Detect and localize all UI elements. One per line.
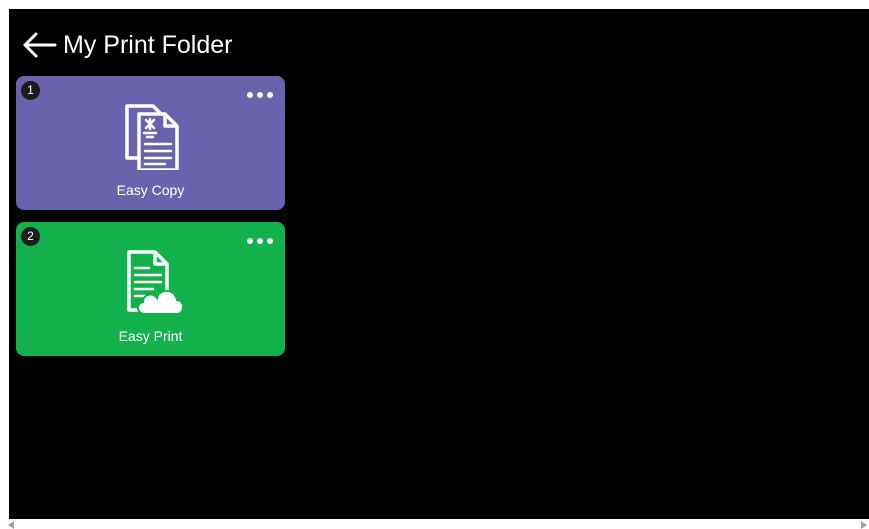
more-dot: [267, 238, 273, 244]
tile-number-badge: 2: [21, 227, 40, 246]
header: My Print Folder: [19, 27, 232, 63]
copy-document-icon: [124, 104, 179, 170]
more-dot: [267, 92, 273, 98]
tile-label: Easy Print: [118, 328, 183, 344]
arrow-left-icon: [23, 32, 57, 58]
tile-number-badge: 1: [21, 81, 40, 100]
back-button[interactable]: [19, 29, 59, 61]
tile-easy-copy[interactable]: 1 Easy Copy: [16, 76, 285, 210]
more-dot: [257, 92, 263, 98]
tile-easy-print[interactable]: 2 Easy Print: [16, 222, 285, 356]
more-dot: [247, 238, 253, 244]
horizontal-scrollbar[interactable]: [0, 519, 869, 529]
scroll-right-arrow-icon[interactable]: [861, 521, 867, 529]
scroll-left-arrow-icon[interactable]: [8, 521, 14, 529]
more-dot: [247, 92, 253, 98]
more-options-button[interactable]: [247, 234, 273, 248]
app-screen: My Print Folder 1 Easy Copy 2 Easy Print: [9, 9, 869, 519]
page-title: My Print Folder: [63, 31, 233, 59]
more-options-button[interactable]: [247, 88, 273, 102]
cloud-print-document-icon: [126, 250, 184, 315]
more-dot: [257, 238, 263, 244]
tile-label: Easy Copy: [116, 182, 185, 198]
